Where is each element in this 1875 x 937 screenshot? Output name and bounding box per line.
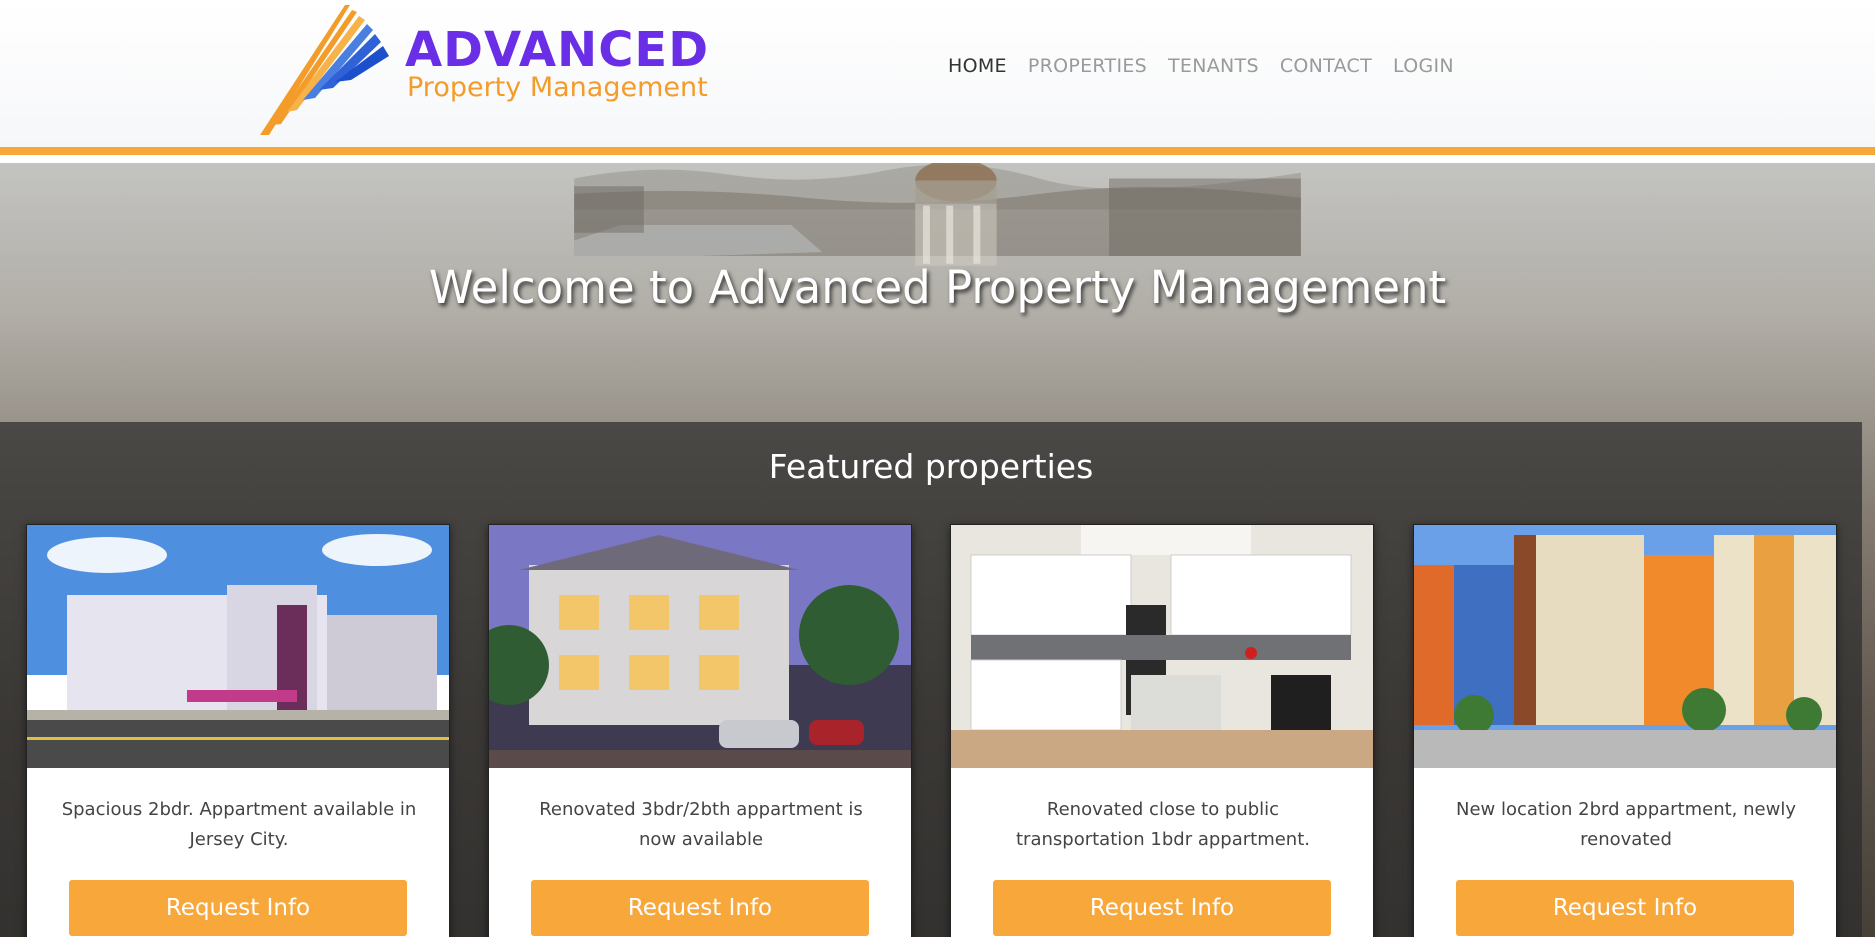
- property-photo[interactable]: [27, 525, 449, 768]
- nav-tenants[interactable]: TENANTS: [1168, 55, 1259, 77]
- logo-title: ADVANCED: [405, 22, 710, 78]
- property-photo[interactable]: [1414, 525, 1836, 768]
- hero-title: Welcome to Advanced Property Management: [428, 261, 1447, 314]
- property-description: Spacious 2bdr. Appartment available in J…: [61, 799, 417, 850]
- request-info-button[interactable]: Request Info: [1456, 880, 1794, 936]
- request-info-button[interactable]: Request Info: [69, 880, 407, 936]
- property-card: Spacious 2bdr. Appartment available in J…: [26, 524, 450, 937]
- request-info-button[interactable]: Request Info: [531, 880, 869, 936]
- main-nav: HOME PROPERTIES TENANTS CONTACT LOGIN: [948, 55, 1475, 77]
- company-logo[interactable]: ADVANCED Property Management: [255, 0, 755, 140]
- nav-contact[interactable]: CONTACT: [1280, 55, 1372, 77]
- featured-title: Featured properties: [768, 447, 1094, 486]
- request-info-button[interactable]: Request Info: [993, 880, 1331, 936]
- property-description: Renovated 3bdr/2bth appartment is now av…: [539, 799, 863, 850]
- site-header: ADVANCED Property Management HOME PROPER…: [0, 0, 1875, 155]
- hero-banner: Welcome to Advanced Property Management …: [0, 163, 1875, 937]
- property-card: Renovated 3bdr/2bth appartment is now av…: [488, 524, 912, 937]
- property-card: New location 2brd appartment, newly reno…: [1413, 524, 1837, 937]
- property-card: Renovated close to public transportation…: [950, 524, 1374, 937]
- nav-home[interactable]: HOME: [948, 55, 1007, 77]
- logo-swoosh-icon: [260, 5, 389, 135]
- property-photo[interactable]: [489, 525, 911, 768]
- property-description: New location 2brd appartment, newly reno…: [1456, 799, 1796, 850]
- nav-login[interactable]: LOGIN: [1393, 55, 1454, 77]
- featured-section: Featured properties Spacious 2bdr. Appar…: [0, 422, 1862, 937]
- property-description: Renovated close to public transportation…: [1016, 799, 1310, 850]
- nav-properties[interactable]: PROPERTIES: [1028, 55, 1147, 77]
- logo-subtitle: Property Management: [407, 72, 708, 103]
- property-photo[interactable]: [951, 525, 1373, 768]
